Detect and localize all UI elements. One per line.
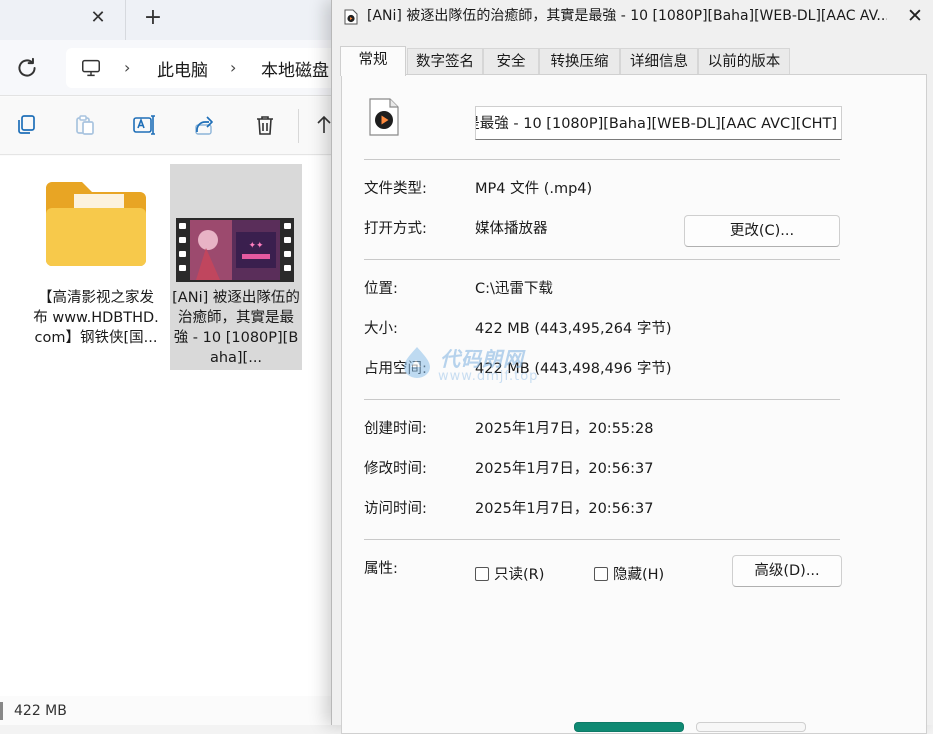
tab-separator [125,0,126,40]
created-value: 2025年1月7日，20:55:28 [475,421,654,437]
new-tab-icon[interactable]: + [141,5,165,31]
readonly-checkbox[interactable]: 只读(R) [475,565,555,585]
share-icon[interactable] [193,113,217,137]
address-bar: › 此电脑 › 本地磁盘 [0,40,366,96]
size-on-disk-value: 422 MB (443,498,496 字节) [475,361,672,377]
attributes-label: 属性: [364,561,398,577]
file-explorer-window: ✕ + › 此电脑 › 本地磁盘 【高清影视之家发布 www.HDBTHD.co… [0,0,366,725]
folder-icon [46,182,146,266]
hidden-checkbox[interactable]: 隐藏(H) [594,565,674,585]
chevron-right-icon[interactable]: › [230,58,236,77]
tab-security[interactable]: 安全 [483,48,539,74]
selected-size: 422 MB [14,703,67,719]
file-name-value: 是最強 - 10 [1080P][Baha][WEB-DL][AAC AVC][… [475,116,837,132]
copy-icon[interactable] [14,113,38,137]
file-type-value: MP4 文件 (.mp4) [475,181,593,197]
general-panel: 是最強 - 10 [1080P][Baha][WEB-DL][AAC AVC][… [341,74,927,734]
video-file-item[interactable]: ✦✦ [ANi] 被逐出隊伍的治癒師，其實是最強 - 10 [1080P][Ba… [170,164,302,370]
tab-general[interactable]: 常规 [340,46,406,76]
hidden-checkbox-box[interactable] [594,567,608,581]
toolbar-separator [298,109,299,143]
properties-dialog: [ANi] 被逐出隊伍的治癒師，其實是最強 - 10 [1080P][Baha]… [331,0,933,734]
file-name: [ANi] 被逐出隊伍的治癒師，其實是最強 - 10 [1080P][Baha]… [172,290,300,366]
status-divider [0,702,3,720]
size-on-disk-label: 占用空间: [364,361,427,377]
divider [364,159,840,160]
ok-button[interactable] [574,722,684,732]
explorer-tab-bar: ✕ + [0,0,340,40]
change-button[interactable]: 更改(C)... [684,215,840,247]
hidden-checkbox-label[interactable]: 隐藏(H) [613,565,664,585]
tab-previous-versions[interactable]: 以前的版本 [698,48,790,74]
file-name-input[interactable]: 是最強 - 10 [1080P][Baha][WEB-DL][AAC AVC][… [475,106,842,140]
cancel-button[interactable] [696,722,806,732]
created-label: 创建时间: [364,421,427,437]
file-type-label: 文件类型: [364,181,427,197]
video-file-icon [369,98,399,136]
divider [364,259,840,260]
size-label: 大小: [364,321,398,337]
readonly-checkbox-box[interactable] [475,567,489,581]
accessed-value: 2025年1月7日，20:56:37 [475,501,654,517]
status-bar: 422 MB [0,696,340,725]
advanced-button[interactable]: 高级(D)... [732,555,842,587]
breadcrumb[interactable]: › 此电脑 › 本地磁盘 [66,48,366,88]
location-value: C:\迅雷下载 [475,281,553,297]
open-with-value: 媒体播放器 [475,221,548,237]
tab-digital-signature[interactable]: 数字签名 [407,48,483,74]
refresh-icon[interactable] [14,55,40,81]
location-label: 位置: [364,281,398,297]
svg-text:✦✦: ✦✦ [248,241,264,251]
file-name: 【高清影视之家发布 www.HDBTHD.com】钢铁侠[国... [33,290,159,346]
tab-compression[interactable]: 转换压缩 [539,48,620,74]
readonly-checkbox-label[interactable]: 只读(R) [494,565,544,585]
modified-label: 修改时间: [364,461,427,477]
delete-icon[interactable] [253,113,277,137]
accessed-label: 访问时间: [364,501,427,517]
folder-item[interactable]: 【高清影视之家发布 www.HDBTHD.com】钢铁侠[国... [30,164,162,370]
dialog-title: [ANi] 被逐出隊伍的治癒師，其實是最強 - 10 [1080P][Baha]… [367,8,887,24]
breadcrumb-item-this-pc[interactable]: 此电脑 [157,56,208,81]
close-tab-icon[interactable]: ✕ [86,6,110,30]
divider [364,399,840,400]
breadcrumb-item-local-disk[interactable]: 本地磁盘 [261,56,329,81]
rename-icon[interactable] [132,113,156,137]
chevron-right-icon[interactable]: › [124,58,130,77]
tab-strip: 常规 数字签名 安全 转换压缩 详细信息 以前的版本 [340,46,928,76]
close-icon[interactable]: ✕ [902,3,928,29]
computer-icon[interactable] [80,57,102,79]
paste-icon[interactable] [73,113,97,137]
size-value: 422 MB (443,495,264 字节) [475,321,672,337]
tab-details[interactable]: 详细信息 [620,48,698,74]
video-file-icon [344,9,358,25]
file-list: 【高清影视之家发布 www.HDBTHD.com】钢铁侠[国... ✦✦ [AN… [0,156,340,696]
open-with-label: 打开方式: [364,221,427,237]
modified-value: 2025年1月7日，20:56:37 [475,461,654,477]
divider [364,539,840,540]
explorer-toolbar [0,97,340,155]
video-thumbnail: ✦✦ [176,218,294,282]
